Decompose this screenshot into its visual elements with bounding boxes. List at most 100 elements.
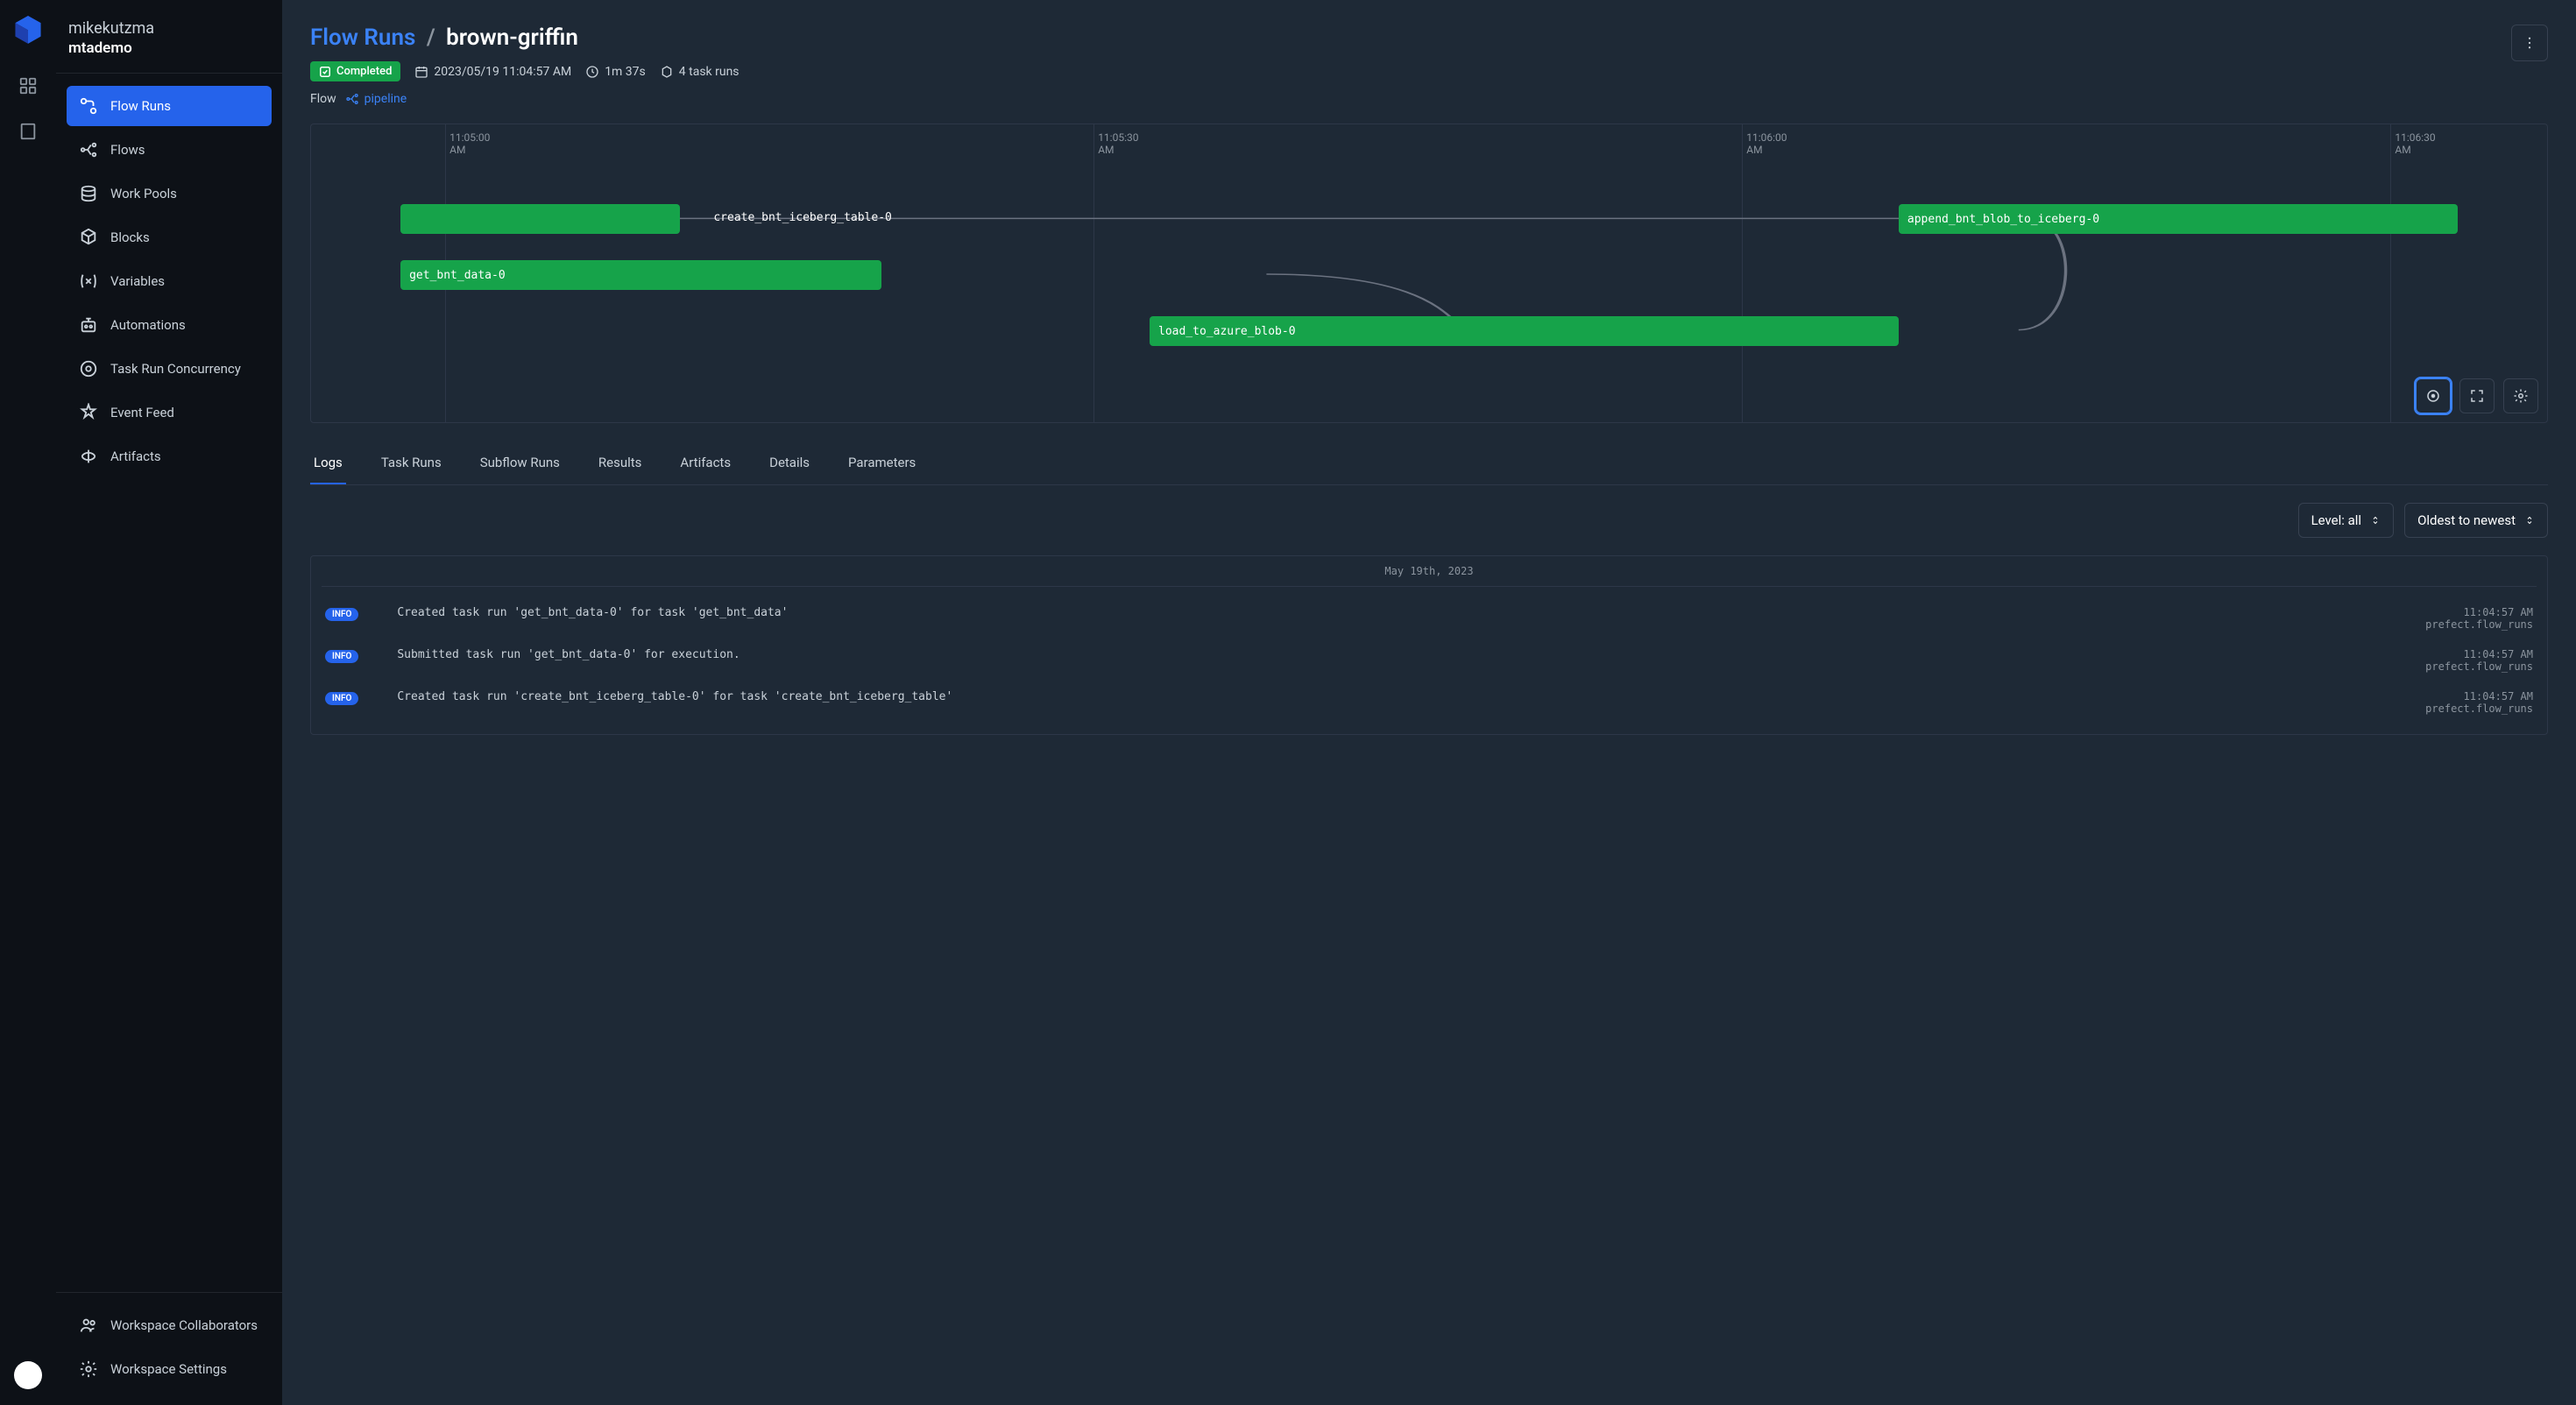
kebab-icon <box>2522 35 2537 51</box>
tab-task-runs[interactable]: Task Runs <box>378 442 445 484</box>
log-message: Created task run 'create_bnt_iceberg_tab… <box>397 690 2413 703</box>
sort-icon <box>2370 515 2381 526</box>
gantt-task-bar[interactable]: load_to_azure_blob-0 <box>1150 316 1899 346</box>
sidebar-item-workspace-collaborators[interactable]: Workspace Collaborators <box>67 1305 272 1345</box>
event-feed-icon <box>79 403 98 422</box>
gantt-settings-button[interactable] <box>2503 378 2538 413</box>
sidebar-item-event-feed[interactable]: Event Feed <box>67 392 272 433</box>
status-badge: Completed <box>310 61 400 81</box>
log-meta: 11:04:57 AM prefect.flow_runs <box>2425 690 2533 715</box>
hexagon-icon <box>660 65 674 79</box>
sidebar-item-label: Artifacts <box>110 448 161 464</box>
gear-icon <box>2513 388 2529 404</box>
task-runs-count: 4 task runs <box>660 65 740 79</box>
log-message: Created task run 'get_bnt_data-0' for ta… <box>397 606 2413 619</box>
gantt-center-button[interactable] <box>2416 378 2451 413</box>
sidebar-item-artifacts[interactable]: Artifacts <box>67 436 272 477</box>
log-panel: May 19th, 2023 INFO Created task run 'ge… <box>310 555 2548 735</box>
log-meta: 11:04:57 AM prefect.flow_runs <box>2425 606 2533 631</box>
log-entry: INFO Created task run 'create_bnt_iceber… <box>322 681 2537 724</box>
gantt-tick: 11:05:00 AM <box>449 131 490 156</box>
gantt-task-label: create_bnt_iceberg_table-0 <box>713 211 892 224</box>
timestamp: 2023/05/19 11:04:57 AM <box>414 65 571 79</box>
sidebar-item-label: Blocks <box>110 229 150 245</box>
sidebar-item-label: Event Feed <box>110 405 174 420</box>
calendar-icon <box>414 65 428 79</box>
flow-label: Flow <box>310 92 336 106</box>
tab-details[interactable]: Details <box>766 442 813 484</box>
more-actions-button[interactable] <box>2511 25 2548 61</box>
log-date: May 19th, 2023 <box>322 556 2537 587</box>
gantt-task-bar[interactable] <box>400 204 680 234</box>
sidebar-item-flow-runs[interactable]: Flow Runs <box>67 86 272 126</box>
sidebar-workspace: mtademo <box>68 39 270 57</box>
sidebar-item-automations[interactable]: Automations <box>67 305 272 345</box>
sidebar-item-task-run-concurrency[interactable]: Task Run Concurrency <box>67 349 272 389</box>
gantt-task-bar[interactable]: get_bnt_data-0 <box>400 260 881 290</box>
left-rail <box>0 0 56 1405</box>
sidebar-item-label: Work Pools <box>110 186 177 201</box>
log-level-badge: INFO <box>325 608 358 621</box>
log-level-badge: INFO <box>325 692 358 705</box>
automations-icon <box>79 315 98 335</box>
sidebar-item-workspace-settings[interactable]: Workspace Settings <box>67 1349 272 1389</box>
tab-results[interactable]: Results <box>595 442 646 484</box>
sidebar-item-label: Workspace Collaborators <box>110 1317 258 1333</box>
gantt-tick: 11:06:00 AM <box>1746 131 1787 156</box>
organization-icon[interactable] <box>18 121 39 142</box>
crosshair-icon <box>2425 388 2441 404</box>
user-avatar[interactable] <box>14 1361 42 1389</box>
log-entry: INFO Submitted task run 'get_bnt_data-0'… <box>322 639 2537 681</box>
sidebar-item-variables[interactable]: Variables <box>67 261 272 301</box>
prefect-logo-icon[interactable] <box>15 16 41 51</box>
sidebar-item-flows[interactable]: Flows <box>67 130 272 170</box>
gantt-fullscreen-button[interactable] <box>2459 378 2495 413</box>
sidebar-item-label: Flows <box>110 142 145 158</box>
log-entry: INFO Created task run 'get_bnt_data-0' f… <box>322 597 2537 639</box>
dashboard-icon[interactable] <box>18 75 39 96</box>
collaborators-icon <box>79 1316 98 1335</box>
gantt-task-bar[interactable]: append_bnt_blob_to_iceberg-0 <box>1899 204 2458 234</box>
log-level-select[interactable]: Level: all <box>2298 503 2395 538</box>
sidebar-item-label: Workspace Settings <box>110 1361 227 1377</box>
flows-icon <box>79 140 98 159</box>
sidebar-item-blocks[interactable]: Blocks <box>67 217 272 258</box>
tab-logs[interactable]: Logs <box>310 442 346 484</box>
log-meta: 11:04:57 AM prefect.flow_runs <box>2425 648 2533 673</box>
gantt-tick: 11:06:30 AM <box>2395 131 2435 156</box>
sidebar-item-label: Variables <box>110 273 165 289</box>
concurrency-icon <box>79 359 98 378</box>
settings-icon <box>79 1359 98 1379</box>
breadcrumb-current: brown-griffin <box>446 25 578 51</box>
sidebar-item-work-pools[interactable]: Work Pools <box>67 173 272 214</box>
variables-icon <box>79 272 98 291</box>
link-icon <box>345 92 359 106</box>
tab-subflow-runs[interactable]: Subflow Runs <box>477 442 563 484</box>
sidebar-item-label: Task Run Concurrency <box>110 361 241 377</box>
log-sort-select[interactable]: Oldest to newest <box>2404 503 2548 538</box>
breadcrumb-sep: / <box>427 25 435 51</box>
sidebar-item-label: Flow Runs <box>110 98 171 114</box>
artifacts-icon <box>79 447 98 466</box>
blocks-icon <box>79 228 98 247</box>
log-message: Submitted task run 'get_bnt_data-0' for … <box>397 648 2413 661</box>
flow-runs-icon <box>79 96 98 116</box>
clock-icon <box>585 65 599 79</box>
sidebar-item-label: Automations <box>110 317 186 333</box>
check-icon <box>319 66 331 78</box>
tabs: Logs Task Runs Subflow Runs Results Arti… <box>310 442 2548 485</box>
breadcrumb-root[interactable]: Flow Runs <box>310 25 415 51</box>
sidebar-username: mikekutzma <box>68 19 270 38</box>
expand-icon <box>2469 388 2485 404</box>
flow-link[interactable]: pipeline <box>345 92 407 106</box>
main-content: Flow Runs / brown-griffin Completed 2023… <box>282 0 2576 1405</box>
tab-artifacts[interactable]: Artifacts <box>676 442 734 484</box>
sidebar: mikekutzma mtademo Flow Runs Flows Work … <box>56 0 282 1405</box>
gantt-tick: 11:05:30 AM <box>1098 131 1138 156</box>
breadcrumb: Flow Runs / brown-griffin <box>310 25 740 51</box>
log-level-badge: INFO <box>325 650 358 663</box>
gantt-chart[interactable]: 11:05:00 AM 11:05:30 AM 11:06:00 AM 11:0… <box>310 124 2548 423</box>
duration: 1m 37s <box>585 65 646 79</box>
sort-icon <box>2524 515 2535 526</box>
tab-parameters[interactable]: Parameters <box>845 442 919 484</box>
